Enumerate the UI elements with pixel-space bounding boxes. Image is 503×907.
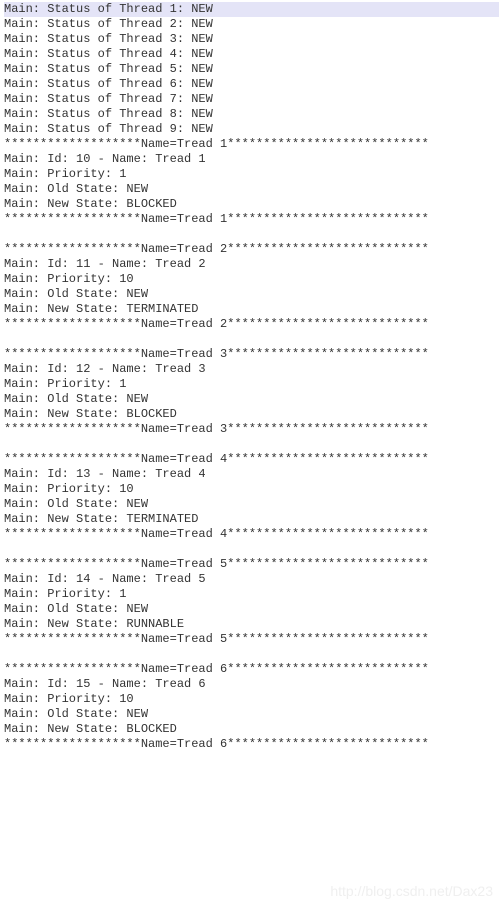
console-line: Main: Status of Thread 5: NEW	[4, 62, 499, 77]
console-line: Main: Status of Thread 7: NEW	[4, 92, 499, 107]
thread-new-state-line: Main: New State: TERMINATED	[4, 302, 499, 317]
thread-id-line: Main: Id: 13 - Name: Tread 4	[4, 467, 499, 482]
thread-old-state-line: Main: Old State: NEW	[4, 287, 499, 302]
console-output: Main: Status of Thread 1: NEW Main: Stat…	[0, 0, 503, 754]
blank-line	[4, 332, 499, 347]
console-line: Main: Status of Thread 3: NEW	[4, 32, 499, 47]
blank-line	[4, 542, 499, 557]
thread-block-header: *******************Name=Tread 6*********…	[4, 662, 499, 677]
thread-id-line: Main: Id: 15 - Name: Tread 6	[4, 677, 499, 692]
thread-old-state-line: Main: Old State: NEW	[4, 182, 499, 197]
thread-id-line: Main: Id: 11 - Name: Tread 2	[4, 257, 499, 272]
thread-block-footer: *******************Name=Tread 1*********…	[4, 212, 499, 227]
thread-priority-line: Main: Priority: 10	[4, 272, 499, 287]
thread-old-state-line: Main: Old State: NEW	[4, 602, 499, 617]
thread-old-state-line: Main: Old State: NEW	[4, 392, 499, 407]
thread-block-footer: *******************Name=Tread 2*********…	[4, 317, 499, 332]
thread-priority-line: Main: Priority: 1	[4, 587, 499, 602]
thread-new-state-line: Main: New State: BLOCKED	[4, 407, 499, 422]
thread-block-header: *******************Name=Tread 3*********…	[4, 347, 499, 362]
console-line: Main: Status of Thread 9: NEW	[4, 122, 499, 137]
thread-block-header: *******************Name=Tread 1*********…	[4, 137, 499, 152]
thread-block-footer: *******************Name=Tread 4*********…	[4, 527, 499, 542]
thread-id-line: Main: Id: 12 - Name: Tread 3	[4, 362, 499, 377]
console-line: Main: Status of Thread 4: NEW	[4, 47, 499, 62]
thread-block-header: *******************Name=Tread 5*********…	[4, 557, 499, 572]
thread-id-line: Main: Id: 14 - Name: Tread 5	[4, 572, 499, 587]
thread-block-header: *******************Name=Tread 2*********…	[4, 242, 499, 257]
thread-old-state-line: Main: Old State: NEW	[4, 497, 499, 512]
thread-priority-line: Main: Priority: 10	[4, 482, 499, 497]
thread-id-line: Main: Id: 10 - Name: Tread 1	[4, 152, 499, 167]
thread-block-header: *******************Name=Tread 4*********…	[4, 452, 499, 467]
console-line[interactable]: Main: Status of Thread 1: NEW	[4, 2, 499, 17]
thread-priority-line: Main: Priority: 10	[4, 692, 499, 707]
thread-old-state-line: Main: Old State: NEW	[4, 707, 499, 722]
thread-new-state-line: Main: New State: TERMINATED	[4, 512, 499, 527]
thread-new-state-line: Main: New State: RUNNABLE	[4, 617, 499, 632]
console-line: Main: Status of Thread 2: NEW	[4, 17, 499, 32]
thread-block-footer: *******************Name=Tread 3*********…	[4, 422, 499, 437]
thread-block-footer: *******************Name=Tread 6*********…	[4, 737, 499, 752]
watermark: http://blog.csdn.net/Dax23	[330, 883, 493, 899]
blank-line	[4, 647, 499, 662]
console-line: Main: Status of Thread 8: NEW	[4, 107, 499, 122]
thread-new-state-line: Main: New State: BLOCKED	[4, 197, 499, 212]
thread-new-state-line: Main: New State: BLOCKED	[4, 722, 499, 737]
thread-priority-line: Main: Priority: 1	[4, 377, 499, 392]
blank-line	[4, 437, 499, 452]
thread-block-footer: *******************Name=Tread 5*********…	[4, 632, 499, 647]
thread-priority-line: Main: Priority: 1	[4, 167, 499, 182]
blank-line	[4, 227, 499, 242]
console-line: Main: Status of Thread 6: NEW	[4, 77, 499, 92]
